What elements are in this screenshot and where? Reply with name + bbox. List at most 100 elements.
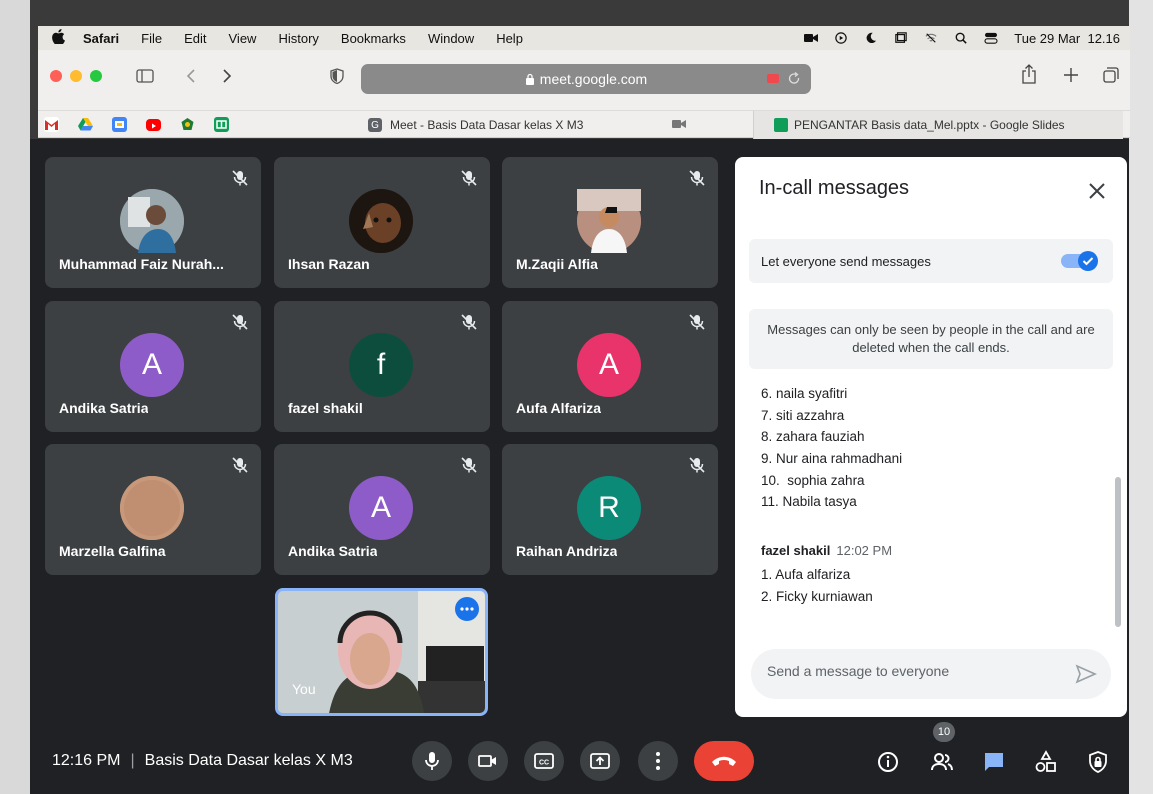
background-window-left: [0, 0, 30, 794]
minimize-window-button[interactable]: [70, 70, 82, 82]
slides-tab-favicon: [774, 118, 788, 132]
participant-name: Andika Satria: [288, 543, 378, 559]
meet-bookmark-icon[interactable]: [112, 117, 127, 132]
avatar-photo: [577, 189, 641, 253]
screen: Safari File Edit View History Bookmarks …: [0, 0, 1153, 794]
participant-tile[interactable]: Marzella Galfina: [45, 444, 261, 575]
participant-tile[interactable]: A Andika Satria: [45, 301, 261, 432]
participant-avatar: [120, 189, 184, 253]
microphone-off-icon: [232, 457, 248, 473]
participant-tile[interactable]: A Aufa Alfariza: [502, 301, 718, 432]
participant-tile[interactable]: A Andika Satria: [274, 444, 490, 575]
message-input[interactable]: [767, 663, 1057, 679]
more-options-button[interactable]: [455, 597, 479, 621]
self-view-label: You: [292, 681, 316, 697]
participant-tile[interactable]: Muhammad Faiz Nurah...: [45, 157, 261, 288]
reload-icon[interactable]: [787, 72, 801, 86]
message-line: 10. sophia zahra: [761, 472, 865, 488]
apple-menu-icon[interactable]: [52, 28, 65, 48]
more-horizontal-icon: [460, 607, 474, 611]
menu-file[interactable]: File: [141, 31, 162, 46]
wifi-off-icon[interactable]: [924, 32, 938, 44]
latest-message-lines: 1. Aufa alfariza 2. Ficky kurniawan: [761, 564, 1091, 607]
camera-status-icon[interactable]: [804, 32, 819, 44]
slides-bookmark-icon[interactable]: [214, 117, 229, 132]
play-status-icon[interactable]: [834, 32, 848, 44]
menu-app-name[interactable]: Safari: [83, 31, 119, 46]
compose-box: [751, 649, 1111, 699]
new-tab-icon[interactable]: [1063, 67, 1079, 83]
host-controls-icon[interactable]: [1086, 750, 1110, 774]
message-line: 1. Aufa alfariza: [761, 567, 851, 582]
favorites-and-tabs-row: G Meet - Basis Data Dasar kelas X M3 PEN…: [38, 110, 1130, 139]
chat-icon[interactable]: [982, 750, 1006, 774]
sidebar-toggle-icon[interactable]: [136, 69, 154, 83]
address-bar[interactable]: meet.google.com: [361, 64, 811, 94]
participant-tile[interactable]: R Raihan Andriza: [502, 444, 718, 575]
everyone-message-toggle[interactable]: [1061, 251, 1099, 271]
participant-tile[interactable]: Ihsan Razan: [274, 157, 490, 288]
youtube-icon[interactable]: [146, 119, 161, 131]
leave-call-button[interactable]: [694, 741, 754, 781]
url-text: meet.google.com: [539, 71, 648, 87]
drive-icon[interactable]: [78, 117, 93, 132]
more-options-menu-button[interactable]: [638, 741, 678, 781]
gmail-icon[interactable]: [44, 117, 59, 132]
control-center-icon[interactable]: [984, 32, 998, 44]
message-permission-row: Let everyone send messages: [749, 239, 1113, 283]
present-screen-icon: [590, 753, 610, 769]
message-sender-header: fazel shakil 12:02 PM: [761, 543, 892, 558]
tab-overview-icon[interactable]: [1103, 67, 1119, 83]
people-icon[interactable]: [930, 750, 954, 774]
self-view-tile[interactable]: You: [275, 588, 488, 716]
message-line: 8. zahara fauziah: [761, 429, 865, 445]
privacy-notice: Messages can only be seen by people in t…: [749, 309, 1113, 369]
microphone-button[interactable]: [412, 741, 452, 781]
participant-avatar: [577, 189, 641, 253]
microphone-off-icon: [232, 170, 248, 186]
participant-name: M.Zaqii Alfia: [516, 256, 598, 272]
menu-edit[interactable]: Edit: [184, 31, 206, 46]
camera-button[interactable]: [468, 741, 508, 781]
close-icon[interactable]: [1087, 181, 1107, 201]
moon-icon[interactable]: [864, 32, 878, 44]
chat-scrollbar[interactable]: [1115, 477, 1121, 627]
present-screen-button[interactable]: [580, 741, 620, 781]
emblem-icon[interactable]: [180, 117, 195, 132]
close-window-button[interactable]: [50, 70, 62, 82]
participant-name: Muhammad Faiz Nurah...: [59, 256, 224, 272]
participant-avatar: A: [577, 333, 641, 397]
in-call-messages-panel: In-call messages Let everyone send messa…: [735, 157, 1127, 717]
more-vertical-icon: [656, 752, 660, 770]
menu-view[interactable]: View: [229, 31, 257, 46]
microphone-off-icon: [689, 457, 705, 473]
tab-slides[interactable]: PENGANTAR Basis data_Mel.pptx - Google S…: [753, 111, 1123, 139]
svg-text:CC: CC: [539, 760, 549, 767]
menubar-clock[interactable]: Tue 29 Mar 12.16: [1014, 31, 1120, 46]
participant-avatar: A: [349, 476, 413, 540]
participant-avatar: [120, 476, 184, 540]
send-icon[interactable]: [1075, 664, 1097, 684]
tab-meet[interactable]: G Meet - Basis Data Dasar kelas X M3: [368, 111, 686, 139]
participant-tile[interactable]: f fazel shakil: [274, 301, 490, 432]
participant-name: Ihsan Razan: [288, 256, 370, 272]
window-icon[interactable]: [894, 32, 908, 44]
menu-window[interactable]: Window: [428, 31, 474, 46]
back-icon[interactable]: [186, 69, 196, 83]
meeting-time: 12:16 PM: [52, 752, 121, 769]
activities-icon[interactable]: [1034, 750, 1058, 774]
privacy-shield-icon[interactable]: [330, 68, 344, 84]
share-icon[interactable]: [1021, 64, 1037, 84]
menu-history[interactable]: History: [278, 31, 318, 46]
zoom-window-button[interactable]: [90, 70, 102, 82]
menu-help[interactable]: Help: [496, 31, 523, 46]
microphone-off-icon: [461, 314, 477, 330]
captions-button[interactable]: CC: [524, 741, 564, 781]
menu-bookmarks[interactable]: Bookmarks: [341, 31, 406, 46]
participant-tile[interactable]: M.Zaqii Alfia: [502, 157, 718, 288]
forward-icon[interactable]: [222, 69, 232, 83]
spotlight-search-icon[interactable]: [954, 32, 968, 44]
meeting-details-icon[interactable]: [876, 750, 900, 774]
meet-stage: Muhammad Faiz Nurah... Ihsan Razan M.Zaqii…: [30, 139, 1129, 794]
tab-meet-label: Meet - Basis Data Dasar kelas X M3: [390, 118, 584, 132]
